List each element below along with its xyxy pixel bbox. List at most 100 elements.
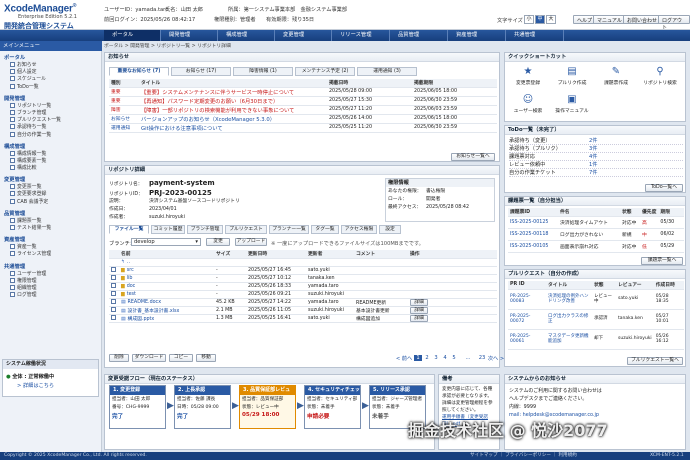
notice-row[interactable]: 運用通知 Git操作における注意事項について 2025/05/25 11:20 202… (109, 123, 497, 133)
sidebar-section[interactable]: 構成管理 (4, 143, 100, 151)
notice-tab[interactable]: 重要なお知らせ (7) (109, 67, 169, 76)
sidebar-item[interactable]: ToDo一覧 (4, 83, 100, 91)
flow-step[interactable]: 4. セキュリティチェック 担当者：セキュリティ部 状態：未着手 申請必要 (304, 385, 361, 429)
file-name-link[interactable]: lib (127, 276, 133, 281)
quick-item[interactable]: ✎ 課題票作成 (597, 64, 635, 94)
sidebar-item[interactable]: ユーザー管理 (4, 270, 100, 278)
file-action-button[interactable]: ダウンロード (132, 354, 166, 362)
checkbox[interactable] (111, 298, 116, 304)
file-name-link[interactable]: doc (127, 284, 136, 289)
pull-title[interactable]: ログ出力クラスの修正 (546, 309, 592, 330)
notice-more-button[interactable]: お知らせ一覧へ (451, 153, 495, 161)
pull-title[interactable]: マスタデータ更新機能追加 (546, 329, 592, 350)
page-link[interactable]: ... (459, 355, 477, 361)
todo-more-button[interactable]: ToDo一覧へ (645, 184, 683, 192)
flow-step[interactable]: 1. 変更登録 担当者：山田 太郎 番号：CHG-9999 完了 (109, 385, 166, 429)
repo-tab[interactable]: アクセス権限 (341, 225, 377, 234)
file-action-button[interactable]: 移動 (196, 354, 216, 362)
todo-item[interactable]: 承認待ち（変更） 2件 (509, 137, 683, 145)
issue-id[interactable]: ISS-2025-00105 (508, 240, 558, 253)
notice-title-link[interactable]: 【再通知】パスワード定期変更のお願い（6月30日まで） (139, 96, 327, 106)
contact-button[interactable]: お問い合わせ (623, 15, 662, 24)
quick-item[interactable]: ★ 変更票登録 (509, 64, 547, 94)
quick-item[interactable]: ▣ 操作マニュアル (553, 92, 591, 122)
checkbox[interactable] (111, 314, 116, 320)
page-link[interactable]: 23 (478, 355, 486, 361)
pull-row[interactable]: PR-2025-00061 マスタデータ更新機能追加 却下 suzuki.hiroyu… (508, 329, 684, 350)
nav-asset[interactable]: 資産管理 (448, 30, 506, 41)
sidebar-section[interactable]: 資産管理 (4, 236, 100, 244)
issue-row[interactable]: ISS-2025-00125 決済処理タイムアウト 対応中高 05/30 (508, 216, 684, 229)
file-name-link[interactable]: src (127, 268, 134, 273)
pull-row[interactable]: PR-2025-00072 ログ出力クラスの修正 承認済 tanaka.ken 05/2… (508, 309, 684, 330)
notice-row[interactable]: 重要 【重要】システムメンテナンスに伴うサービス一時停止について 2025/05/2… (109, 87, 497, 97)
logout-button[interactable]: ログアウト (658, 15, 690, 31)
pull-id[interactable]: PR-2025-00072 (508, 309, 546, 330)
issue-id[interactable]: ISS-2025-00118 (508, 228, 558, 241)
pull-row[interactable]: PR-2025-00083 決済処理の例外ハンドリング改善 レビュー中 sato.yu… (508, 289, 684, 310)
file-name-link[interactable]: 構成図.pptx (128, 317, 155, 322)
notice-title-link[interactable]: バージョンアップのお知らせ（XcodeManager 5.3.0） (139, 114, 327, 124)
page-link[interactable]: 5 (450, 355, 458, 361)
pull-id[interactable]: PR-2025-00061 (508, 329, 546, 350)
issue-row[interactable]: ISS-2025-00118 ログ出力がされない 新規中 06/02 (508, 228, 684, 241)
file-row[interactable]: ↰.. (109, 258, 497, 267)
nav-change[interactable]: 変更管理 (275, 30, 332, 41)
notice-row[interactable]: お知らせ バージョンアップのお知らせ（XcodeManager 5.3.0） 202… (109, 114, 497, 124)
nav-common[interactable]: 共通管理 (506, 30, 564, 41)
page-link[interactable]: 2 (423, 355, 431, 361)
sidebar-item[interactable]: 自分の作業一覧 (4, 131, 100, 139)
file-action-button[interactable]: コピー (169, 354, 193, 362)
file-row[interactable]: ▤ 設計書_基本設計書.xlsx 2.1 MB 2025/05/26 11:05 suz… (109, 306, 497, 315)
quick-item[interactable]: ⚲ リポジトリ検索 (641, 64, 679, 94)
file-name-link[interactable]: .. (127, 260, 130, 265)
flow-step[interactable]: 3. 品質保証部レビュー 担当者：品質保証部 状態：レビュー中 05/29 18:00 (239, 385, 296, 429)
file-row[interactable]: ▆ lib -2025/05/27 10:12 tanaka.ken (109, 274, 497, 283)
notice-tab[interactable]: 障害情報 (1) (233, 67, 293, 76)
quick-item[interactable]: ☺ ユーザー検索 (509, 92, 547, 122)
repo-tab[interactable]: プルリクエスト (225, 225, 267, 234)
branch-select[interactable]: develop ▾ (131, 238, 201, 246)
sidebar-item[interactable]: 構成情報一覧 (4, 150, 100, 158)
repo-tab[interactable]: ブランチ管理 (187, 225, 223, 234)
sidebar-section[interactable]: ポータル (4, 54, 100, 62)
file-detail-button[interactable]: 詳細 (410, 298, 428, 305)
file-row[interactable]: ▤ 構成図.pptx 1.3 MB 2025/05/25 16:41 sato.yuki… (109, 314, 497, 323)
pull-id[interactable]: PR-2025-00083 (508, 289, 546, 310)
quick-item[interactable]: ▤ プルリク作成 (553, 64, 591, 94)
sidebar-section[interactable]: 開発管理 (4, 95, 100, 103)
sidebar-item[interactable]: 構成要素一覧 (4, 157, 100, 165)
checkbox[interactable] (111, 266, 116, 272)
file-action-button[interactable]: 削除 (109, 354, 129, 362)
todo-item[interactable]: 課題票対応 4件 (509, 153, 683, 161)
todo-item[interactable]: レビュー依頼中 1件 (509, 161, 683, 169)
sidebar-item[interactable]: 承認待ち一覧 (4, 124, 100, 131)
checkbox[interactable] (111, 282, 116, 288)
pulls-more-button[interactable]: プルリクエスト一覧へ (627, 357, 683, 365)
sidebar-section[interactable]: 共通管理 (4, 263, 100, 271)
repo-tab[interactable]: コミット履歴 (151, 225, 185, 234)
branch-change-button[interactable]: 変更 (206, 238, 230, 246)
sidebar-item[interactable]: ライセンス管理 (4, 251, 100, 258)
file-detail-button[interactable]: 詳細 (410, 306, 428, 313)
sidebar-item[interactable]: 構成比較 (4, 165, 100, 172)
sidebar-item[interactable]: CAB 会議予定 (4, 198, 100, 206)
todo-item[interactable]: 自分の作業チケット 7件 (509, 169, 683, 177)
sidebar-item[interactable]: スケジュール (4, 76, 100, 83)
footer-links[interactable]: サイトマップ ｜ プライバシーポリシー ｜ 利用規約 (470, 452, 577, 460)
file-detail-button[interactable]: 詳細 (410, 314, 428, 321)
pull-title[interactable]: 決済処理の例外ハンドリング改善 (546, 289, 592, 310)
logo[interactable]: XcodeManager® Enterprise Edition 5.2.1 開… (4, 3, 100, 30)
issue-id[interactable]: ISS-2025-00125 (508, 216, 558, 229)
notice-title-link[interactable]: 【障害】一部リポジトリの検索機能が利用できない事象について (139, 105, 327, 115)
sidebar-item[interactable]: ログ管理 (4, 292, 100, 299)
sidebar-item[interactable]: 権限管理 (4, 277, 100, 285)
notice-row[interactable]: 重要 【再通知】パスワード定期変更のお願い（6月30日まで） 2025/05/27 … (109, 96, 497, 106)
page-link[interactable]: 次へ > (487, 355, 505, 362)
upload-button[interactable]: アップロード (235, 238, 267, 246)
notice-tab[interactable]: 運用通知 (3) (357, 67, 417, 76)
font-large-button[interactable]: 大 (546, 15, 556, 24)
nav-config[interactable]: 構成管理 (218, 30, 275, 41)
file-row[interactable]: ▆ src -2025/05/27 16:45 sato.yuki (109, 266, 497, 275)
font-small-button[interactable]: 小 (524, 15, 534, 24)
